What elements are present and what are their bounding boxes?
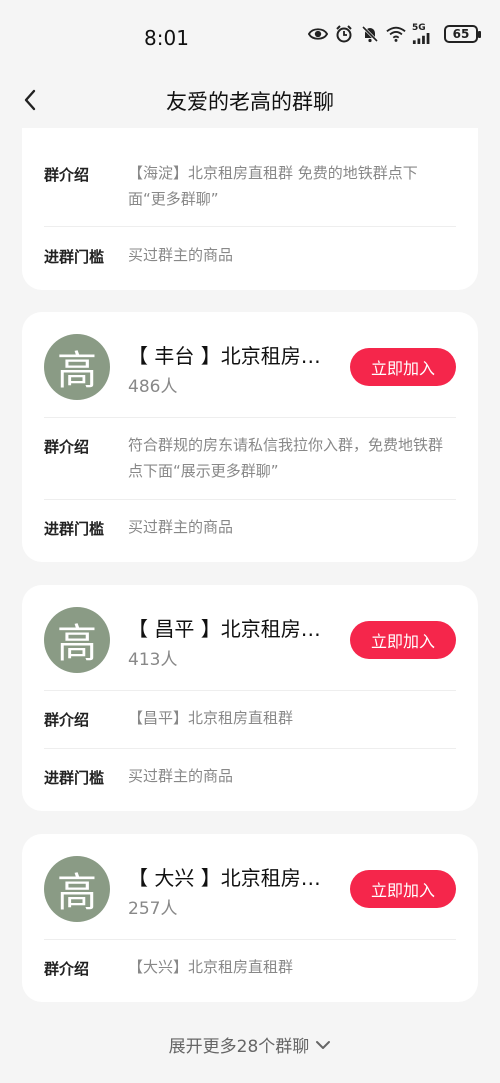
group-header[interactable]: 高 【 丰台 】北京租房直租群 486人 立即加入 [22, 312, 478, 416]
divider [44, 690, 456, 691]
group-header[interactable]: 高 【 大兴 】北京租房直租群 257人 立即加入 [22, 834, 478, 938]
avatar: 高 [44, 856, 110, 922]
join-button[interactable]: 立即加入 [350, 348, 456, 386]
intro-text: 符合群规的房东请私信我拉你入群，免费地铁群点下面“展示更多群聊” [128, 436, 444, 480]
group-name: 【 丰台 】北京租房直租群 [128, 344, 338, 368]
battery-icon: 65 [444, 25, 481, 43]
page-title: 友爱的老高的群聊 [166, 90, 334, 114]
intro-text: 【海淀】北京租房直租群 免费的地铁群点下面“更多群聊” [128, 164, 418, 208]
divider [44, 417, 456, 418]
navigation-bar: 友爱的老高的群聊 [0, 72, 500, 128]
group-card: 高 【 昌平 】北京租房直租群 413人 立即加入 群介绍 【昌平】北京租房直租… [22, 585, 478, 811]
member-count: 413人 [128, 650, 178, 670]
avatar: 高 [44, 334, 110, 400]
group-card-partial: 群介绍 【海淀】北京租房直租群 免费的地铁群点下面“更多群聊” 进群门槛 买过群… [22, 128, 478, 290]
threshold-label: 进群门槛 [44, 769, 105, 787]
avatar: 高 [44, 607, 110, 673]
intro-label: 群介绍 [44, 960, 90, 978]
group-card: 高 【 丰台 】北京租房直租群 486人 立即加入 群介绍 符合群规的房东请私信… [22, 312, 478, 562]
member-count: 486人 [128, 377, 178, 397]
status-bar: 8:01 5G 65 [0, 0, 500, 72]
divider [44, 939, 456, 940]
group-name: 【 大兴 】北京租房直租群 [128, 866, 338, 890]
member-count: 257人 [128, 899, 178, 919]
mute-bell-icon [360, 24, 380, 44]
wifi-icon [386, 24, 406, 44]
intro-text: 【昌平】北京租房直租群 [128, 709, 294, 727]
threshold-text: 买过群主的商品 [128, 767, 234, 785]
status-time: 8:01 [144, 26, 189, 50]
intro-label: 群介绍 [44, 438, 90, 456]
eye-icon [308, 24, 328, 44]
group-header[interactable]: 高 【 昌平 】北京租房直租群 413人 立即加入 [22, 585, 478, 689]
chevron-down-icon [316, 1040, 331, 1049]
intro-label: 群介绍 [44, 711, 90, 729]
expand-more-label: 展开更多28个群聊 [168, 1037, 310, 1057]
expand-more-button[interactable]: 展开更多28个群聊 [0, 1032, 500, 1057]
threshold-label: 进群门槛 [44, 248, 105, 266]
cellular-signal-icon: 5G [412, 24, 438, 44]
alarm-icon [334, 24, 354, 44]
threshold-label: 进群门槛 [44, 520, 105, 538]
join-button[interactable]: 立即加入 [350, 870, 456, 908]
threshold-text: 买过群主的商品 [128, 246, 234, 264]
threshold-text: 买过群主的商品 [128, 518, 234, 536]
intro-label: 群介绍 [44, 166, 90, 184]
divider [44, 499, 456, 500]
status-icons: 5G 65 [308, 24, 481, 44]
intro-text: 【大兴】北京租房直租群 [128, 958, 294, 976]
group-card: 高 【 大兴 】北京租房直租群 257人 立即加入 群介绍 【大兴】北京租房直租… [22, 834, 478, 1002]
divider [44, 226, 456, 227]
group-name: 【 昌平 】北京租房直租群 [128, 617, 338, 641]
divider [44, 748, 456, 749]
join-button[interactable]: 立即加入 [350, 621, 456, 659]
